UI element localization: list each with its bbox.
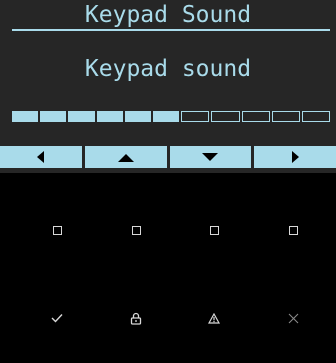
volume-level-segment — [301, 111, 331, 122]
cancel-key[interactable] — [273, 298, 313, 338]
square-icon — [52, 225, 62, 235]
volume-level-bar — [12, 111, 331, 122]
softkey-down[interactable] — [169, 146, 252, 168]
warning-icon — [208, 312, 220, 324]
function-key-4[interactable] — [273, 210, 313, 250]
left-arrow-icon — [36, 151, 44, 163]
softkey-left[interactable] — [0, 146, 82, 168]
check-icon — [51, 314, 63, 323]
function-key-3[interactable] — [194, 210, 234, 250]
volume-level-segment — [96, 111, 123, 122]
close-icon — [288, 313, 298, 323]
volume-level-segment — [211, 111, 240, 122]
confirm-key[interactable] — [37, 298, 77, 338]
volume-level-segment — [68, 111, 95, 122]
volume-level-segment — [152, 111, 180, 122]
square-icon — [209, 225, 219, 235]
softkey-row — [0, 146, 336, 168]
volume-level-segment — [181, 111, 210, 122]
lock-key[interactable] — [116, 298, 156, 338]
volume-level-segment — [271, 111, 300, 122]
function-key-1[interactable] — [37, 210, 77, 250]
up-arrow-icon — [117, 153, 134, 162]
volume-level-segment — [12, 111, 39, 122]
screen-message: Keypad sound — [84, 56, 252, 82]
volume-level-segment — [40, 111, 67, 122]
title-underline — [12, 29, 330, 31]
lock-icon — [130, 312, 142, 325]
screen-title: Keypad Sound — [84, 2, 252, 28]
softkey-up[interactable] — [84, 146, 167, 168]
lcd-display: Keypad Sound Keypad sound — [0, 0, 336, 173]
alarm-keypad: Keypad Sound Keypad sound — [0, 0, 336, 363]
volume-level-segment — [124, 111, 151, 122]
alarm-key[interactable] — [194, 298, 234, 338]
softkey-right[interactable] — [254, 146, 336, 168]
volume-level-segment — [241, 111, 270, 122]
square-icon — [131, 225, 141, 235]
function-key-2[interactable] — [116, 210, 156, 250]
down-arrow-icon — [202, 152, 219, 161]
square-icon — [288, 225, 298, 235]
right-arrow-icon — [292, 151, 300, 163]
